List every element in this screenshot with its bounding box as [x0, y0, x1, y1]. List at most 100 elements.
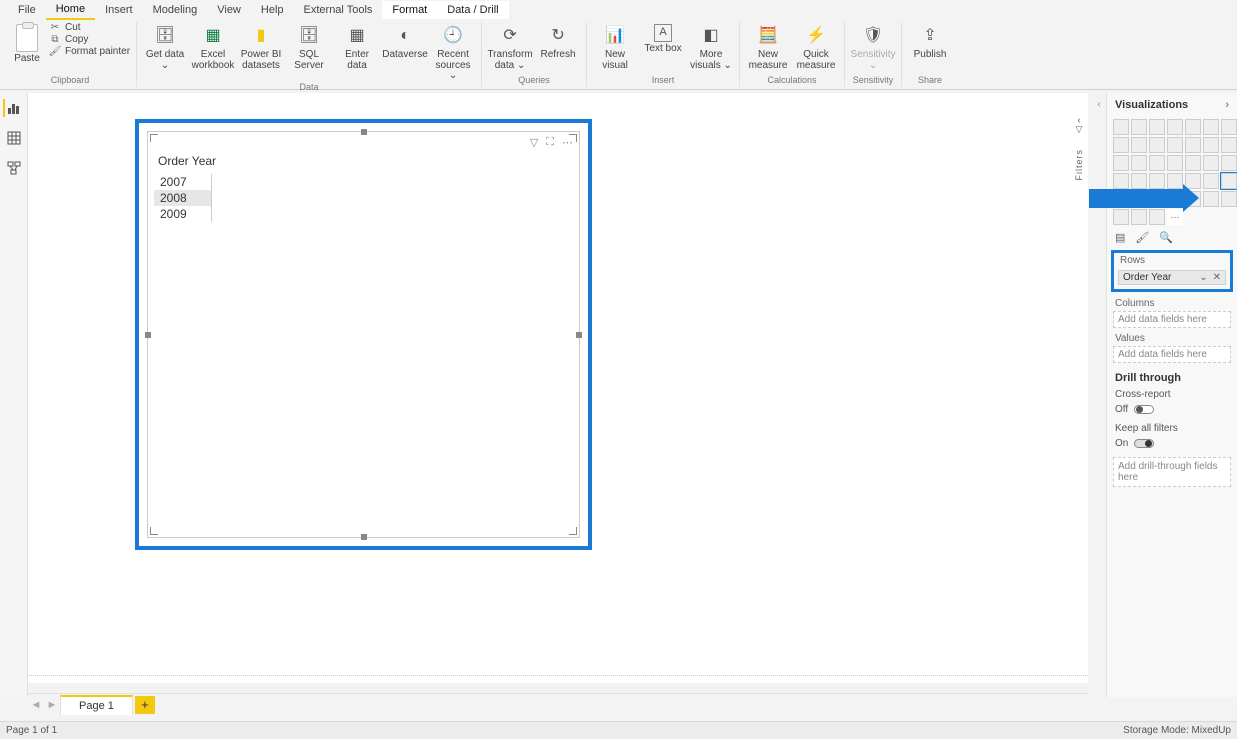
viz-get-more-icon[interactable]: ⋯	[1167, 209, 1183, 225]
viz-matrix-icon[interactable]	[1221, 173, 1237, 189]
viz-shape-map-icon[interactable]	[1221, 155, 1237, 171]
tab-data-drill[interactable]: Data / Drill	[437, 1, 508, 19]
prev-page-button[interactable]: ◄	[28, 699, 44, 711]
viz-pie-icon[interactable]	[1131, 155, 1147, 171]
selected-visual[interactable]: ▽ ⛶ ⋯ Order Year 2007 2008 2009	[135, 119, 592, 550]
cross-report-toggle[interactable]	[1134, 405, 1154, 414]
focus-mode-icon[interactable]: ⛶	[546, 136, 554, 149]
viz-automate-icon[interactable]	[1149, 209, 1165, 225]
model-view-button[interactable]	[5, 159, 23, 177]
add-page-button[interactable]: +	[135, 696, 155, 714]
dataverse-button[interactable]: ◐Dataverse	[383, 22, 427, 61]
new-measure-button[interactable]: 🧮New measure	[746, 22, 790, 71]
viz-multi-card-icon[interactable]	[1149, 173, 1165, 189]
data-view-button[interactable]	[5, 129, 23, 147]
expand-pane-icon[interactable]: ›	[1225, 99, 1229, 111]
more-visuals-button[interactable]: ◧More visuals ⌄	[689, 22, 733, 71]
list-item[interactable]: 2009	[154, 206, 211, 222]
viz-stacked-area-icon[interactable]	[1131, 137, 1147, 153]
keep-filters-toggle[interactable]	[1134, 439, 1154, 448]
viz-funnel-icon[interactable]	[1221, 137, 1237, 153]
status-page-info: Page 1 of 1	[6, 725, 57, 736]
copy-button[interactable]: ⧉Copy	[48, 34, 130, 45]
viz-powerapps-icon[interactable]	[1131, 209, 1147, 225]
viz-arcgis-icon[interactable]	[1113, 209, 1129, 225]
recent-sources-button[interactable]: 🕘Recent sources ⌄	[431, 22, 475, 82]
viz-waterfall-icon[interactable]	[1203, 137, 1219, 153]
transform-icon: ⟳	[498, 24, 522, 48]
text-box-button[interactable]: AText box	[641, 22, 685, 55]
fields-tab-icon[interactable]: ▤	[1115, 231, 1125, 244]
brush-icon: 🖌	[48, 46, 62, 57]
tab-modeling[interactable]: Modeling	[143, 1, 208, 19]
year-list: 2007 2008 2009	[154, 174, 212, 222]
format-painter-button[interactable]: 🖌Format painter	[48, 46, 130, 57]
refresh-button[interactable]: ↻Refresh	[536, 22, 580, 61]
tab-help[interactable]: Help	[251, 1, 294, 19]
analytics-tab-icon[interactable]: 🔍	[1159, 231, 1173, 244]
viz-line-icon[interactable]	[1221, 119, 1237, 135]
more-options-icon[interactable]: ⋯	[562, 136, 573, 149]
tab-insert[interactable]: Insert	[95, 1, 143, 19]
viz-table-icon[interactable]	[1203, 173, 1219, 189]
tab-home[interactable]: Home	[46, 0, 95, 20]
list-item[interactable]: 2007	[154, 174, 211, 190]
left-view-rail	[0, 93, 28, 697]
collapse-pane-button[interactable]: ‹	[1092, 99, 1106, 113]
sql-server-button[interactable]: 🗄SQL Server	[287, 22, 331, 71]
excel-workbook-button[interactable]: ▦Excel workbook	[191, 22, 235, 71]
cross-report-state: Off	[1115, 404, 1128, 415]
viz-ribbon-icon[interactable]	[1185, 137, 1201, 153]
viz-clustered-bar-icon[interactable]	[1149, 119, 1165, 135]
remove-field-icon[interactable]: ✕	[1210, 272, 1221, 283]
viz-gauge-icon[interactable]	[1113, 173, 1129, 189]
tab-format[interactable]: Format	[382, 1, 437, 19]
dataverse-icon: ◐	[393, 24, 417, 48]
viz-kpi-icon[interactable]	[1167, 173, 1183, 189]
viz-line-stacked-icon[interactable]	[1167, 137, 1183, 153]
columns-dropzone[interactable]: Add data fields here	[1113, 311, 1231, 328]
cut-button[interactable]: ✂Cut	[48, 22, 130, 33]
viz-stacked-column-icon[interactable]	[1131, 119, 1147, 135]
publish-button[interactable]: ⇪Publish	[908, 22, 952, 61]
filters-pane-collapsed[interactable]: ‹ ▽ Filters	[1070, 111, 1088, 211]
paste-button[interactable]: Paste	[10, 22, 44, 64]
report-view-button[interactable]	[3, 99, 21, 117]
list-item[interactable]: 2008	[154, 190, 211, 206]
tab-external-tools[interactable]: External Tools	[294, 1, 383, 19]
viz-clustered-column-icon[interactable]	[1167, 119, 1183, 135]
viz-filled-map-icon[interactable]	[1203, 155, 1219, 171]
viz-treemap-icon[interactable]	[1167, 155, 1183, 171]
viz-paginated-icon[interactable]	[1221, 191, 1237, 207]
quick-measure-button[interactable]: ⚡Quick measure	[794, 22, 838, 71]
group-label-sensitivity: Sensitivity	[853, 75, 894, 87]
chevron-down-icon[interactable]: ⌄	[1197, 272, 1209, 283]
viz-100-bar-icon[interactable]	[1185, 119, 1201, 135]
viz-card-icon[interactable]	[1131, 173, 1147, 189]
sensitivity-icon: 🛡	[861, 24, 885, 48]
next-page-button[interactable]: ►	[44, 699, 60, 711]
filter-icon[interactable]: ▽	[530, 136, 538, 149]
rows-field-pill[interactable]: Order Year ⌄ ✕	[1118, 270, 1226, 285]
powerbi-datasets-button[interactable]: ▮Power BI datasets	[239, 22, 283, 71]
viz-100-column-icon[interactable]	[1203, 119, 1219, 135]
format-tab-icon[interactable]: 🖌	[1135, 231, 1149, 244]
viz-map-icon[interactable]	[1185, 155, 1201, 171]
tab-view[interactable]: View	[207, 1, 251, 19]
viz-area-icon[interactable]	[1113, 137, 1129, 153]
viz-line-clustered-icon[interactable]	[1149, 137, 1165, 153]
report-canvas[interactable]: ▽ ⛶ ⋯ Order Year 2007 2008 2009 ‹ ▽	[28, 93, 1088, 683]
enter-data-button[interactable]: ▦Enter data	[335, 22, 379, 71]
tab-file[interactable]: File	[8, 1, 46, 19]
transform-data-button[interactable]: ⟳Transform data ⌄	[488, 22, 532, 71]
viz-smart-narrative-icon[interactable]	[1203, 191, 1219, 207]
drill-through-dropzone[interactable]: Add drill-through fields here	[1113, 457, 1231, 487]
viz-scatter-icon[interactable]	[1113, 155, 1129, 171]
get-data-button[interactable]: 🗄Get data ⌄	[143, 22, 187, 71]
page-tab-1[interactable]: Page 1	[60, 695, 133, 715]
values-dropzone[interactable]: Add data fields here	[1113, 346, 1231, 363]
new-visual-button[interactable]: 📊New visual	[593, 22, 637, 71]
viz-stacked-bar-icon[interactable]	[1113, 119, 1129, 135]
grid-icon: ▦	[345, 24, 369, 48]
viz-donut-icon[interactable]	[1149, 155, 1165, 171]
